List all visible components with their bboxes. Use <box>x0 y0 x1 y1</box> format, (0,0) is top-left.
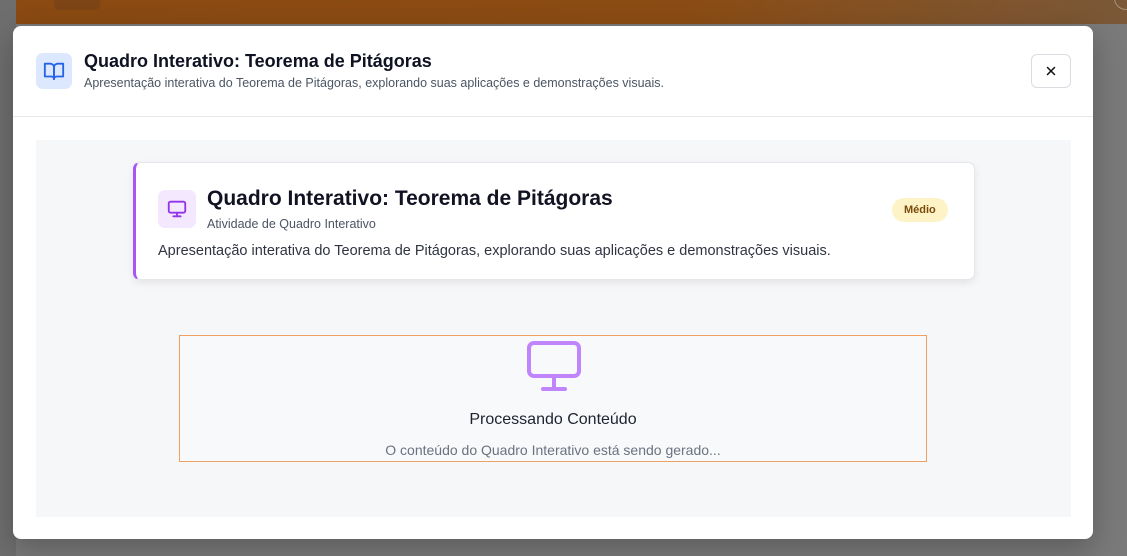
close-icon <box>1046 66 1056 76</box>
background-button <box>54 0 100 10</box>
modal-content: Quadro Interativo: Teorema de Pitágoras … <box>36 140 1071 517</box>
card-description: Apresentação interativa do Teorema de Pi… <box>158 243 831 259</box>
monitor-icon <box>527 341 581 391</box>
processing-title: Processando Conteúdo <box>469 411 637 428</box>
background-header <box>16 0 1127 24</box>
book-open-icon <box>36 53 72 89</box>
processing-message: O conteúdo do Quadro Interativo está sen… <box>385 442 721 458</box>
monitor-icon <box>158 190 196 228</box>
modal-subtitle: Apresentação interativa do Teorema de Pi… <box>84 76 664 90</box>
card-title: Quadro Interativo: Teorema de Pitágoras <box>207 187 613 210</box>
difficulty-badge: Médio <box>892 198 948 222</box>
card-activity-type: Atividade de Quadro Interativo <box>207 217 376 231</box>
modal-title: Quadro Interativo: Teorema de Pitágoras <box>84 51 432 71</box>
activity-card: Quadro Interativo: Teorema de Pitágoras … <box>133 162 975 280</box>
close-button[interactable] <box>1031 54 1071 88</box>
activity-modal: Quadro Interativo: Teorema de Pitágoras … <box>13 26 1093 539</box>
modal-header: Quadro Interativo: Teorema de Pitágoras … <box>13 26 1093 117</box>
processing-panel: Processando Conteúdo O conteúdo do Quadr… <box>179 335 927 462</box>
background-avatar <box>1114 0 1127 10</box>
